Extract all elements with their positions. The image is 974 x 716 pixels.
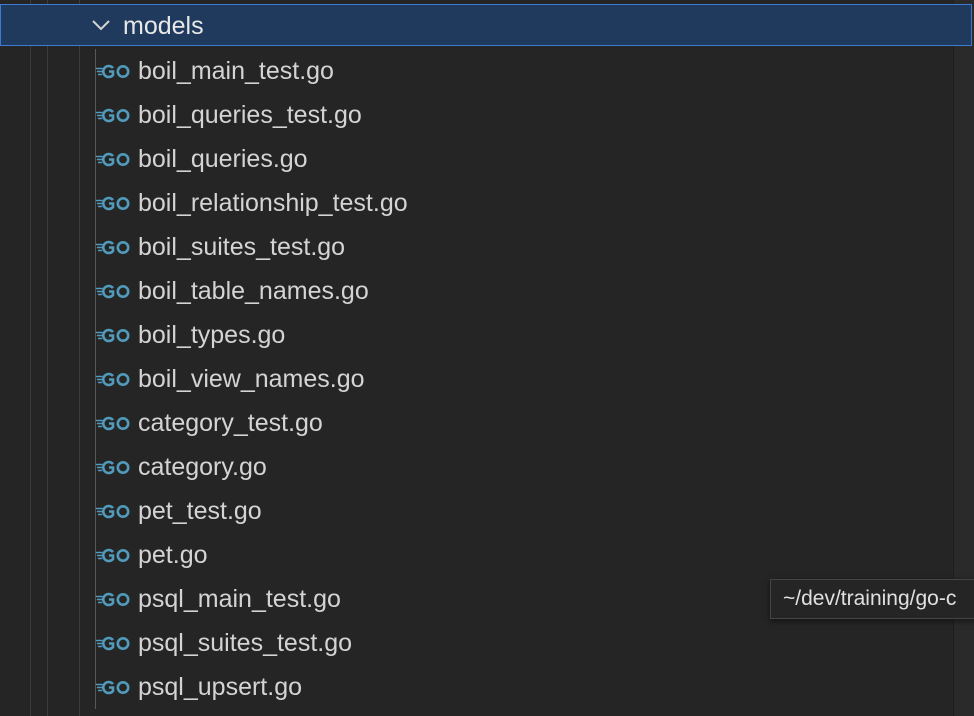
file-row[interactable]: boil_relationship_test.go [0, 181, 954, 225]
file-name: boil_queries.go [138, 145, 308, 173]
file-name: pet_test.go [138, 497, 262, 525]
file-name: category_test.go [138, 409, 323, 437]
go-file-icon [96, 284, 130, 299]
go-file-icon [96, 680, 130, 695]
go-file-icon [96, 636, 130, 651]
file-row[interactable]: boil_queries.go [0, 137, 954, 181]
file-name: boil_main_test.go [138, 57, 334, 85]
file-name: psql_upsert.go [138, 673, 303, 701]
path-tooltip: ~/dev/training/go-c [770, 579, 974, 619]
file-name: category.go [138, 453, 267, 481]
file-name: pet.go [138, 541, 208, 569]
go-file-icon [96, 152, 130, 167]
file-row[interactable]: boil_suites_test.go [0, 225, 954, 269]
file-row[interactable]: boil_table_names.go [0, 269, 954, 313]
go-file-icon [96, 416, 130, 431]
file-row[interactable]: category_test.go [0, 401, 954, 445]
file-name: boil_table_names.go [138, 277, 369, 305]
file-row[interactable]: boil_main_test.go [0, 49, 954, 93]
file-name: boil_view_names.go [138, 365, 365, 393]
go-file-icon [96, 328, 130, 343]
file-row[interactable]: pet_test.go [0, 489, 954, 533]
file-row[interactable]: boil_types.go [0, 313, 954, 357]
file-row[interactable]: pet.go [0, 533, 954, 577]
tooltip-text: ~/dev/training/go-c [783, 587, 957, 610]
file-row[interactable]: category.go [0, 445, 954, 489]
file-name: boil_types.go [138, 321, 286, 349]
file-row[interactable]: psql_suites_test.go [0, 621, 954, 665]
file-name: psql_main_test.go [138, 585, 341, 613]
go-file-icon [96, 108, 130, 123]
file-row[interactable]: boil_queries_test.go [0, 93, 954, 137]
go-file-icon [96, 372, 130, 387]
go-file-icon [96, 64, 130, 79]
file-row[interactable]: psql_upsert.go [0, 665, 954, 709]
go-file-icon [96, 504, 130, 519]
go-file-icon [96, 240, 130, 255]
file-explorer: models boil_main_test.go boil_queries_te… [0, 0, 974, 716]
chevron-down-icon[interactable] [89, 13, 113, 37]
go-file-icon [96, 548, 130, 563]
file-name: boil_relationship_test.go [138, 189, 408, 217]
go-file-icon [96, 460, 130, 475]
file-name: psql_suites_test.go [138, 629, 353, 657]
go-file-icon [96, 592, 130, 607]
folder-name: models [123, 12, 204, 40]
go-file-icon [96, 196, 130, 211]
file-name: boil_queries_test.go [138, 101, 362, 129]
folder-row-models[interactable]: models [0, 4, 972, 46]
file-row[interactable]: boil_view_names.go [0, 357, 954, 401]
file-name: boil_suites_test.go [138, 233, 346, 261]
